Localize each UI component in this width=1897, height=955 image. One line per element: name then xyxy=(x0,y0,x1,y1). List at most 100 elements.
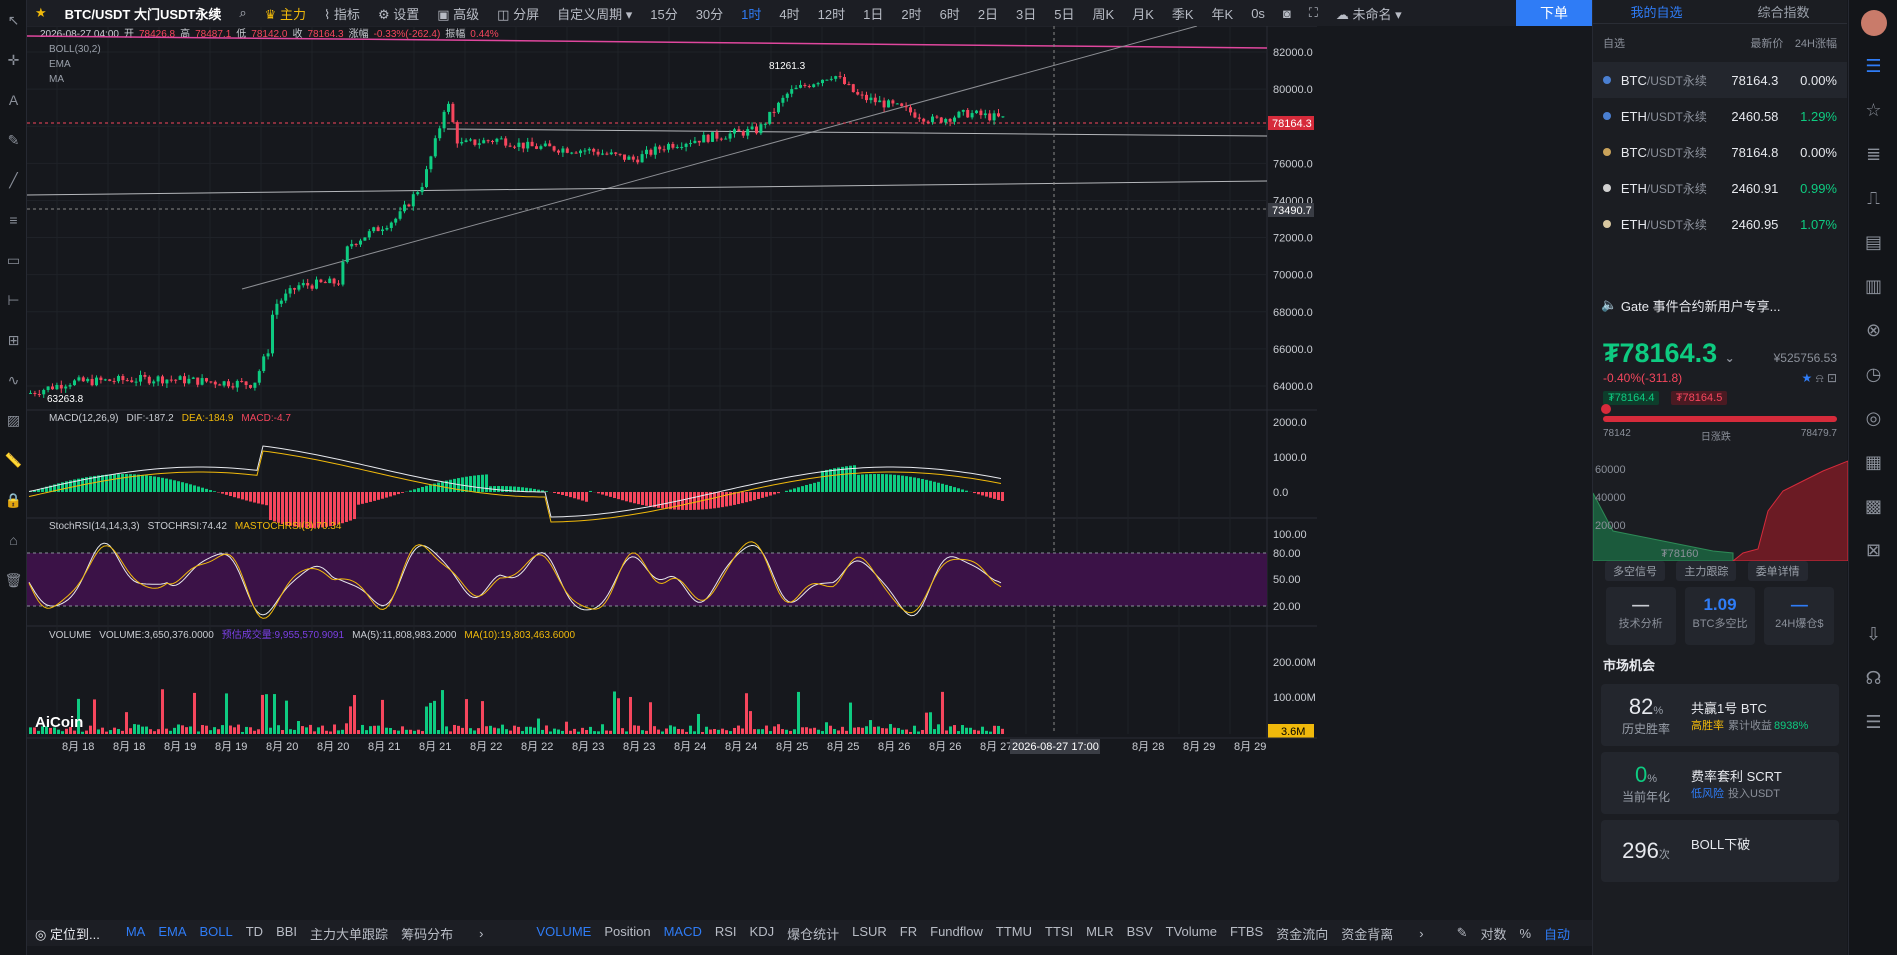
measure-icon[interactable]: ⊢ xyxy=(0,280,27,320)
lock-icon[interactable]: 🔒 xyxy=(0,480,27,520)
stat-ratio[interactable]: 1.09 BTC多空比 xyxy=(1684,587,1755,645)
edit-icon[interactable]: ✎ xyxy=(1457,925,1468,941)
opportunity-card[interactable]: 0% 当前年化 费率套利 SCRT 低风险 投入USDT xyxy=(1601,752,1839,814)
pill-long-short[interactable]: 多空信号 xyxy=(1605,561,1665,581)
period-6[interactable]: 2时 xyxy=(901,4,921,23)
fib-icon[interactable]: ≡ xyxy=(0,200,27,240)
period-5[interactable]: 1日 xyxy=(863,4,883,23)
sub-item-8[interactable]: Fundflow xyxy=(930,924,983,943)
period-10[interactable]: 5日 xyxy=(1054,4,1074,23)
news-ticker[interactable]: 🔈 Gate 事件合约新用户专享... xyxy=(1593,290,1847,320)
pill-orders[interactable]: 委单详情 xyxy=(1747,561,1808,581)
sub-item-15[interactable]: 资金流向 xyxy=(1276,924,1328,943)
stat-liq[interactable]: — 24H爆仓$ xyxy=(1764,587,1835,645)
period-12[interactable]: 月K xyxy=(1132,4,1154,23)
brush-icon[interactable]: ✎ xyxy=(0,120,27,160)
compass-icon[interactable]: ◎ xyxy=(1849,396,1897,440)
overlay-item-4[interactable]: BBI xyxy=(276,924,297,943)
sub-item-10[interactable]: TTSI xyxy=(1045,924,1073,943)
search-icon[interactable]: ⌕ xyxy=(239,5,246,21)
log-toggle[interactable]: 对数 xyxy=(1480,924,1506,943)
list-icon[interactable]: ▦ xyxy=(1849,440,1897,484)
period-11[interactable]: 周K xyxy=(1093,4,1115,23)
auto-toggle[interactable]: 自动 xyxy=(1544,924,1570,943)
news-icon[interactable]: ≣ xyxy=(1849,132,1897,176)
period-1[interactable]: 30分 xyxy=(696,4,723,23)
pattern-icon[interactable]: ▨ xyxy=(0,400,27,440)
magnet-icon[interactable]: ⌂ xyxy=(0,520,27,560)
star-list-icon[interactable]: ☆ xyxy=(1849,88,1897,132)
sub-item-16[interactable]: 资金背离 xyxy=(1341,924,1393,943)
advanced-button[interactable]: ▣ 高级 xyxy=(437,4,479,23)
fullscreen-icon[interactable]: ⛶ xyxy=(1309,5,1318,21)
link-icon[interactable]: ⊗ xyxy=(1849,308,1897,352)
chart-area[interactable]: 82000.080000.078000.076000.074000.072000… xyxy=(27,26,1592,901)
sub-item-12[interactable]: BSV xyxy=(1127,924,1153,943)
doc-icon[interactable]: ▤ xyxy=(1849,220,1897,264)
sub-item-6[interactable]: LSUR xyxy=(852,924,887,943)
bell-icon[interactable]: ⍾ xyxy=(1816,371,1824,385)
order-button[interactable]: 下单 xyxy=(1516,0,1592,26)
trendline-icon[interactable]: ╱ xyxy=(0,160,27,200)
more-mid-icon[interactable]: › xyxy=(1419,926,1423,941)
period-9[interactable]: 3日 xyxy=(1016,4,1036,23)
tab-index[interactable]: 综合指数 xyxy=(1757,2,1809,21)
period-4[interactable]: 12时 xyxy=(818,4,845,23)
text-icon[interactable]: A xyxy=(0,80,27,120)
watch-head-fav[interactable]: 自选 xyxy=(1603,35,1720,51)
share-icon[interactable]: ⊡ xyxy=(1827,371,1837,385)
sub-item-13[interactable]: TVolume xyxy=(1166,924,1217,943)
overlay-item-2[interactable]: BOLL xyxy=(199,924,232,943)
rect-icon[interactable]: ▭ xyxy=(0,240,27,280)
sub-item-1[interactable]: Position xyxy=(604,924,650,943)
sub-item-4[interactable]: KDJ xyxy=(750,924,775,943)
overlay-item-3[interactable]: TD xyxy=(246,924,263,943)
trash-icon[interactable]: 🗑 xyxy=(0,560,27,600)
percent-toggle[interactable]: % xyxy=(1519,926,1531,941)
locate-button[interactable]: ◎ 定位到... xyxy=(35,924,113,943)
chart-canvas[interactable]: 82000.080000.078000.076000.074000.072000… xyxy=(27,26,1317,920)
headset-icon[interactable]: ☊ xyxy=(1849,656,1897,700)
download-icon[interactable]: ⇩ xyxy=(1849,612,1897,656)
star-icon[interactable]: ★ xyxy=(1802,371,1813,385)
sub-item-14[interactable]: FTBS xyxy=(1230,924,1263,943)
watch-row[interactable]: ETH/USDT永续 2460.95 1.07% xyxy=(1593,206,1847,242)
indicators-button[interactable]: ⌇ 指标 xyxy=(324,4,360,23)
menu-icon[interactable]: ☰ xyxy=(1849,700,1897,744)
period-8[interactable]: 2日 xyxy=(978,4,998,23)
avatar[interactable] xyxy=(1849,0,1897,44)
sub-item-7[interactable]: FR xyxy=(900,924,917,943)
stat-tech[interactable]: — 技术分析 xyxy=(1605,587,1676,645)
overlay-item-5[interactable]: 主力大单跟踪 xyxy=(310,924,388,943)
sub-item-11[interactable]: MLR xyxy=(1086,924,1113,943)
period-0[interactable]: 15分 xyxy=(650,4,677,23)
watch-row[interactable]: BTC/USDT永续 78164.3 0.00% xyxy=(1593,62,1847,98)
watch-row[interactable]: ETH/USDT永续 2460.58 1.29% xyxy=(1593,98,1847,134)
sub-item-3[interactable]: RSI xyxy=(715,924,737,943)
grid-icon[interactable]: ⊞ xyxy=(0,320,27,360)
split-button[interactable]: ◫ 分屏 xyxy=(497,4,539,23)
grid-icon-2[interactable]: ▩ xyxy=(1849,484,1897,528)
period-3[interactable]: 4时 xyxy=(779,4,799,23)
more-left-icon[interactable]: › xyxy=(479,926,483,941)
sub-item-2[interactable]: MACD xyxy=(664,924,702,943)
overlay-label[interactable]: BOLL(30,2) xyxy=(49,44,101,55)
period-14[interactable]: 年K xyxy=(1212,4,1234,23)
period-13[interactable]: 季K xyxy=(1172,4,1194,23)
watch-row[interactable]: ETH/USDT永续 2460.91 0.99% xyxy=(1593,170,1847,206)
ruler-icon[interactable]: 📏 xyxy=(0,440,27,480)
overlay-label[interactable]: MA xyxy=(49,74,64,85)
clock-icon[interactable]: ◷ xyxy=(1849,352,1897,396)
opportunity-card[interactable]: 82% 历史胜率 共赢1号 BTC 高胜率 累计收益 8938% xyxy=(1601,684,1839,746)
sub-item-5[interactable]: 爆仓统计 xyxy=(787,924,839,943)
watch-row[interactable]: BTC/USDT永续 78164.8 0.00% xyxy=(1593,134,1847,170)
favorite-star-icon[interactable]: ★ xyxy=(35,5,47,21)
cursor-icon[interactable]: ↖ xyxy=(0,0,27,40)
overlay-item-0[interactable]: MA xyxy=(126,924,146,943)
wave-icon[interactable]: ∿ xyxy=(0,360,27,400)
chart-icon[interactable]: ⎍ xyxy=(1849,176,1897,220)
settings-button[interactable]: ⚙ 设置 xyxy=(378,4,419,23)
sub-item-9[interactable]: TTMU xyxy=(996,924,1032,943)
bar-icon[interactable]: ▥ xyxy=(1849,264,1897,308)
overlay-label[interactable]: EMA xyxy=(49,59,71,70)
